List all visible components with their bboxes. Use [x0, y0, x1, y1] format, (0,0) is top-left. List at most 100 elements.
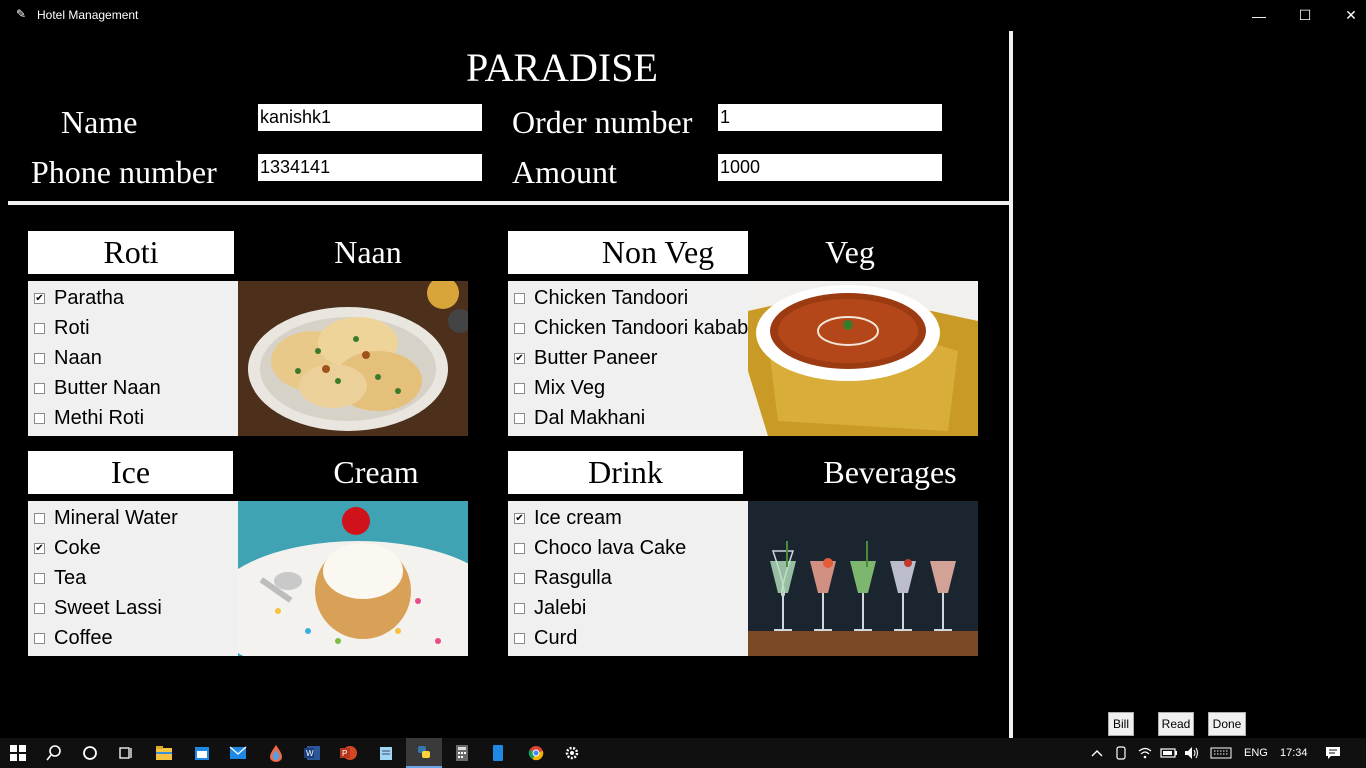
python-icon[interactable]: [406, 738, 442, 768]
checkbox-icon[interactable]: [34, 382, 45, 394]
read-button[interactable]: Read: [1158, 712, 1194, 736]
touch-keyboard-icon[interactable]: [1210, 738, 1232, 768]
phone-label: Phone number: [31, 154, 217, 190]
minimize-button[interactable]: —: [1236, 0, 1282, 31]
close-button[interactable]: ✕: [1328, 0, 1366, 31]
menu-item-checkbox[interactable]: Mix Veg: [514, 373, 605, 403]
beverages-photo: [748, 501, 978, 656]
checkbox-icon[interactable]: [514, 542, 525, 554]
ice-cream-photo: [238, 501, 468, 656]
drink-heading: Drink: [508, 451, 743, 494]
powerpoint-icon[interactable]: P: [330, 738, 366, 768]
menu-item-label: Mix Veg: [534, 376, 606, 399]
menu-item-label: Tea: [54, 566, 87, 589]
checkbox-checked-icon[interactable]: ✔: [34, 542, 45, 554]
menu-item-checkbox[interactable]: Naan: [34, 343, 102, 373]
checkbox-checked-icon[interactable]: ✔: [34, 292, 45, 304]
checkbox-icon[interactable]: [34, 602, 45, 614]
menu-item-checkbox[interactable]: ✔ Paratha: [34, 283, 124, 313]
calendar-icon[interactable]: [184, 738, 220, 768]
word-icon[interactable]: W: [294, 738, 330, 768]
order-number-input[interactable]: [718, 104, 942, 131]
phone-input[interactable]: [258, 154, 482, 181]
battery-icon[interactable]: [1160, 738, 1178, 768]
checkbox-icon[interactable]: [34, 352, 45, 364]
menu-item-label: Coffee: [54, 626, 113, 649]
windows-start-icon[interactable]: [0, 738, 36, 768]
checkbox-icon[interactable]: [514, 412, 525, 424]
veg-heading: Veg: [825, 234, 875, 270]
menu-item-checkbox[interactable]: Jalebi: [514, 593, 586, 623]
checkbox-icon[interactable]: [34, 632, 45, 644]
menu-item-checkbox[interactable]: Coffee: [34, 623, 113, 653]
notification-icon[interactable]: [1325, 738, 1341, 768]
dal-makhani-photo: [748, 281, 978, 436]
settings-gear-icon[interactable]: [554, 738, 590, 768]
notepad-icon[interactable]: [368, 738, 404, 768]
search-icon[interactable]: [36, 738, 72, 768]
menu-item-checkbox[interactable]: Roti: [34, 313, 90, 343]
window-title: Hotel Management: [37, 8, 139, 22]
checkbox-icon[interactable]: [514, 292, 525, 304]
wifi-icon[interactable]: [1138, 738, 1152, 768]
nonveg-heading: Non Veg: [508, 231, 748, 274]
menu-item-checkbox[interactable]: Chicken Tandoori kabab: [514, 313, 748, 343]
checkbox-icon[interactable]: [34, 572, 45, 584]
menu-item-label: Ice cream: [534, 506, 622, 529]
menu-item-checkbox[interactable]: Mineral Water: [34, 503, 178, 533]
taskbar: W P ENG 17:34: [0, 738, 1366, 768]
menu-item-label: Chicken Tandoori kabab: [534, 316, 749, 339]
checkbox-icon[interactable]: [34, 512, 45, 524]
checkbox-icon[interactable]: [514, 632, 525, 644]
meet-now-icon[interactable]: [1114, 738, 1128, 768]
menu-item-checkbox[interactable]: Curd: [514, 623, 577, 653]
cortana-icon[interactable]: [72, 738, 108, 768]
checkbox-icon[interactable]: [34, 412, 45, 424]
checkbox-icon[interactable]: [514, 382, 525, 394]
phone-link-icon[interactable]: [480, 738, 516, 768]
file-explorer-icon[interactable]: [146, 738, 182, 768]
language-indicator[interactable]: ENG: [1244, 738, 1268, 768]
maximize-button[interactable]: ☐: [1282, 0, 1328, 31]
menu-item-checkbox[interactable]: Choco lava Cake: [514, 533, 686, 563]
chrome-icon[interactable]: [518, 738, 554, 768]
menu-item-label: Butter Paneer: [534, 346, 658, 369]
checkbox-checked-icon[interactable]: ✔: [514, 512, 525, 524]
checkbox-icon[interactable]: [514, 602, 525, 614]
menu-item-label: Rasgulla: [534, 566, 612, 589]
checkbox-icon[interactable]: [34, 322, 45, 334]
menu-item-label: Mineral Water: [54, 506, 178, 529]
menu-item-checkbox[interactable]: Rasgulla: [514, 563, 612, 593]
bill-button[interactable]: Bill: [1108, 712, 1134, 736]
menu-item-checkbox[interactable]: ✔ Ice cream: [514, 503, 622, 533]
amount-input[interactable]: [718, 154, 942, 181]
mail-icon[interactable]: [220, 738, 256, 768]
order-number-label: Order number: [512, 104, 693, 140]
svg-text:P: P: [342, 749, 347, 758]
name-input[interactable]: [258, 104, 482, 131]
menu-item-checkbox[interactable]: Dal Makhani: [514, 403, 645, 433]
nonveg-heading-text: Non Veg: [601, 234, 715, 270]
menu-item-checkbox[interactable]: ✔ Coke: [34, 533, 101, 563]
show-hidden-icons-chevron-icon[interactable]: [1091, 738, 1103, 768]
done-button[interactable]: Done: [1208, 712, 1246, 736]
menu-item-checkbox[interactable]: ✔ Butter Paneer: [514, 343, 657, 373]
menu-item-label: Coke: [54, 536, 101, 559]
task-view-icon[interactable]: [108, 738, 144, 768]
ice-heading: Ice: [28, 451, 233, 494]
roti-list: ✔ Paratha Roti Naan Butter Naan Methi Roti: [28, 281, 238, 436]
volume-icon[interactable]: [1184, 738, 1200, 768]
clock[interactable]: 17:34: [1280, 738, 1308, 768]
menu-item-checkbox[interactable]: Tea: [34, 563, 86, 593]
calculator-icon[interactable]: [444, 738, 480, 768]
menu-item-label: Butter Naan: [54, 376, 161, 399]
menu-item-checkbox[interactable]: Methi Roti: [34, 403, 144, 433]
paint-icon[interactable]: [258, 738, 294, 768]
checkbox-icon[interactable]: [514, 322, 525, 334]
menu-item-checkbox[interactable]: Sweet Lassi: [34, 593, 162, 623]
menu-item-checkbox[interactable]: Butter Naan: [34, 373, 161, 403]
menu-item-checkbox[interactable]: Chicken Tandoori: [514, 283, 688, 313]
checkbox-checked-icon[interactable]: ✔: [514, 352, 525, 364]
menu-item-label: Naan: [54, 346, 102, 369]
checkbox-icon[interactable]: [514, 572, 525, 584]
